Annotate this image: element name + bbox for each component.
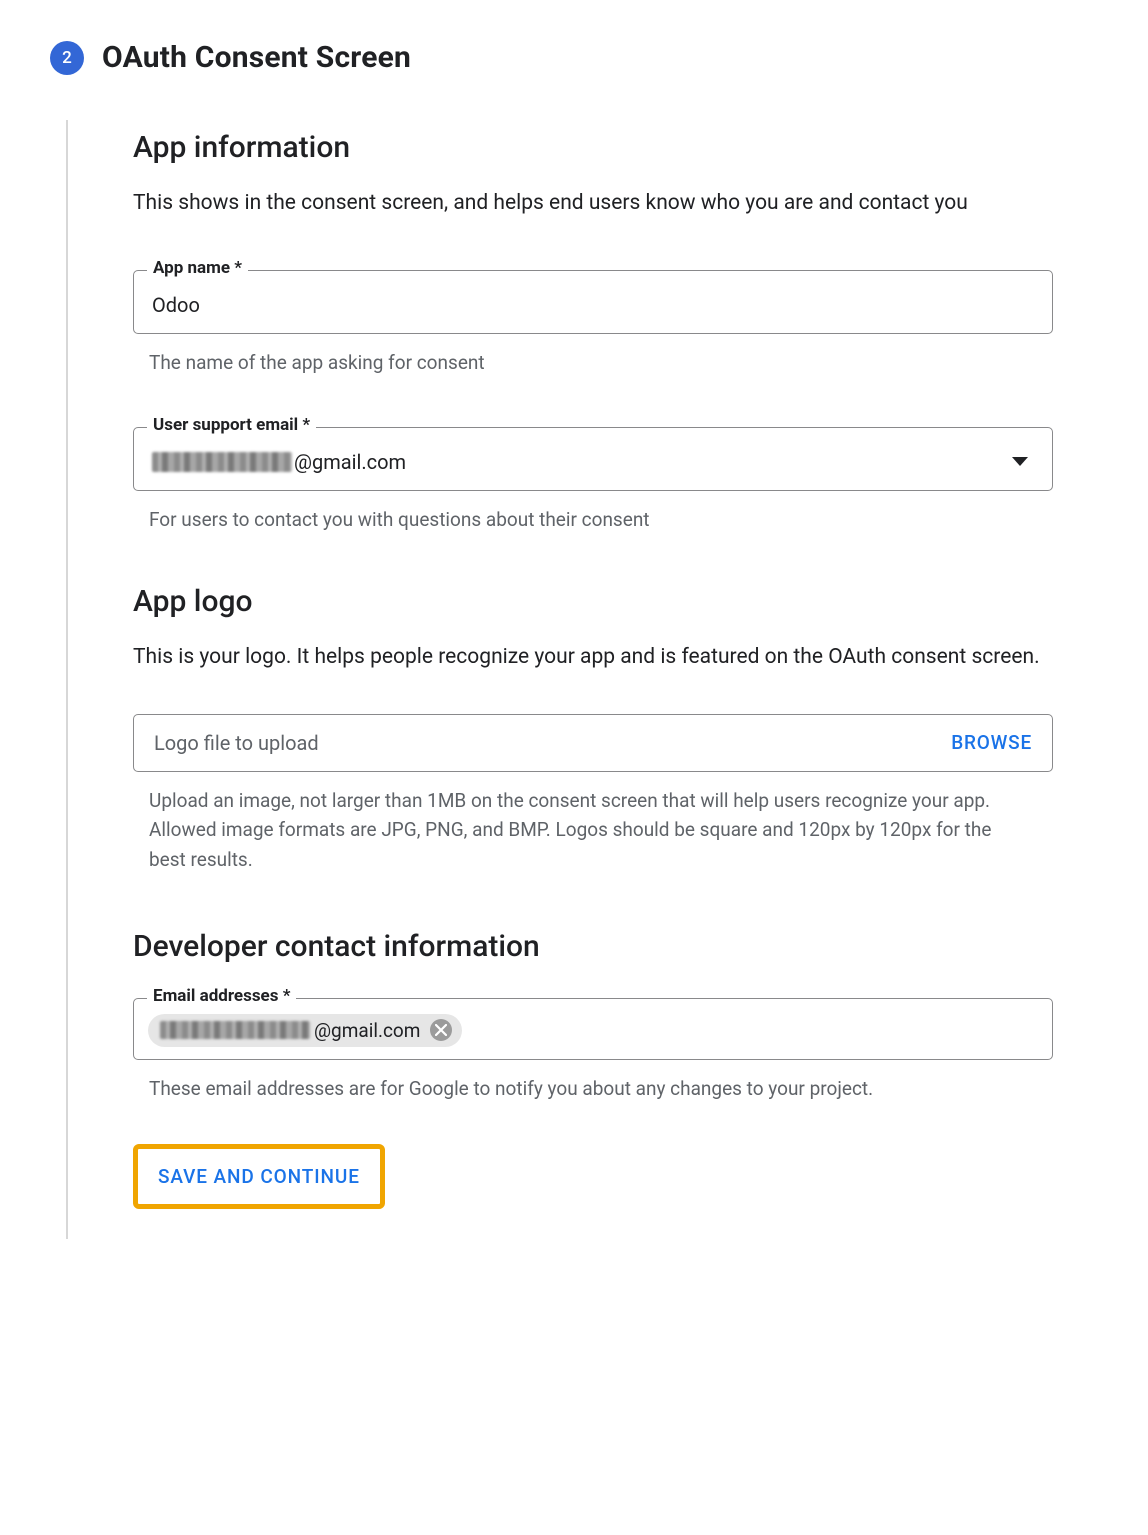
redacted-email-local-part [160, 1021, 310, 1039]
email-addresses-helper: These email addresses are for Google to … [149, 1074, 1029, 1103]
app-name-value: Odoo [152, 293, 1034, 317]
email-addresses-field[interactable]: Email addresses * @gmail.com [133, 998, 1053, 1060]
user-support-email-domain: @gmail.com [294, 450, 406, 474]
step-number-badge: 2 [50, 41, 84, 75]
app-information-heading: App information [133, 130, 1088, 165]
step-header: 2 OAuth Consent Screen [50, 40, 1088, 75]
user-support-email-value: @gmail.com [152, 450, 1012, 474]
email-chip-domain: @gmail.com [314, 1019, 420, 1042]
app-name-field[interactable]: App name * Odoo [133, 270, 1053, 334]
logo-upload-field[interactable]: Logo file to upload BROWSE [133, 714, 1053, 772]
app-logo-description: This is your logo. It helps people recog… [133, 641, 1043, 674]
app-information-description: This shows in the consent screen, and he… [133, 187, 1043, 220]
user-support-email-helper: For users to contact you with questions … [149, 505, 1029, 534]
user-support-email-label: User support email * [147, 415, 316, 435]
developer-contact-heading: Developer contact information [133, 929, 1088, 964]
chevron-down-icon[interactable] [1012, 457, 1028, 466]
app-name-label: App name * [147, 258, 248, 278]
app-name-helper: The name of the app asking for consent [149, 348, 1029, 377]
email-chip: @gmail.com [148, 1014, 462, 1047]
user-support-email-field[interactable]: User support email * @gmail.com [133, 427, 1053, 491]
logo-upload-helper: Upload an image, not larger than 1MB on … [149, 786, 1029, 874]
logo-upload-placeholder: Logo file to upload [154, 731, 319, 755]
browse-button[interactable]: BROWSE [951, 731, 1032, 754]
content-panel: App information This shows in the consen… [66, 120, 1088, 1239]
email-addresses-label: Email addresses * [147, 986, 296, 1006]
close-icon [435, 1024, 447, 1036]
redacted-email-local-part [152, 452, 292, 472]
app-logo-heading: App logo [133, 584, 1088, 619]
remove-email-chip-button[interactable] [430, 1019, 452, 1041]
save-and-continue-button[interactable]: SAVE AND CONTINUE [138, 1149, 380, 1204]
save-and-continue-highlight: SAVE AND CONTINUE [133, 1144, 385, 1209]
step-title: OAuth Consent Screen [102, 40, 411, 75]
